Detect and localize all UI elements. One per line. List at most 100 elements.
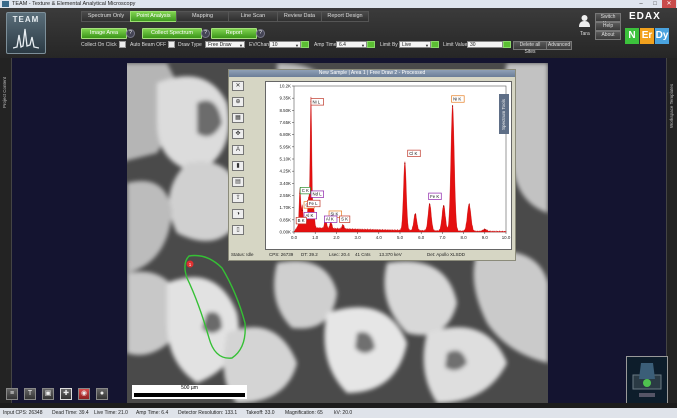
crosshair-tool-icon[interactable]: ✚: [60, 388, 72, 400]
workspace-templates-panel[interactable]: Workspace Templates: [666, 58, 677, 403]
edax-logo: EDAX: [629, 11, 661, 22]
color-tool-icon[interactable]: ◑: [232, 209, 244, 219]
y-tick-label: 7.65K: [280, 120, 292, 125]
auto-beam-off-label: Auto Beam OFF: [130, 42, 167, 48]
kv-value: kV: 20.0: [334, 410, 353, 416]
periodic-tool-icon[interactable]: ▤: [232, 177, 244, 187]
project-content-panel[interactable]: Project Content: [0, 58, 12, 403]
collect-spectrum-button[interactable]: Collect Spectrum ?: [142, 28, 210, 39]
peak-point: [414, 214, 416, 216]
y-tick-label: 3.40K: [280, 181, 292, 186]
peak-point: [301, 209, 303, 212]
draw-type-label: Draw Type: [178, 42, 202, 48]
help-icon[interactable]: ?: [201, 29, 210, 38]
user-avatar-icon[interactable]: [579, 14, 590, 27]
amp-time-value: 6.4: [339, 42, 346, 48]
t-tool-icon[interactable]: T: [24, 388, 36, 400]
amp-time: Amp Time: 6.4: [136, 410, 169, 416]
element-dy-badge: Dy: [655, 28, 669, 44]
about-button[interactable]: About: [595, 31, 621, 40]
peak-point: [342, 227, 344, 229]
maximize-button[interactable]: □: [648, 0, 662, 8]
limit-value-value: 30: [470, 42, 476, 48]
x-tick-label: 2.0: [333, 235, 340, 240]
grid-tool-icon[interactable]: ▦: [232, 113, 244, 123]
ev-chan-select[interactable]: 10 ▼: [269, 41, 301, 48]
close-tool-icon[interactable]: ✕: [232, 81, 244, 91]
zoom-tool-icon[interactable]: ⊕: [232, 97, 244, 107]
status-label: Status: Idle: [231, 252, 254, 257]
bar-tool-icon[interactable]: ▮: [232, 161, 244, 171]
report-button[interactable]: Report ?: [211, 28, 265, 39]
scale-bar-line: [134, 393, 245, 397]
live-time: Live Time: 21.0: [94, 410, 128, 416]
app-icon: [2, 1, 9, 7]
x-tick-label: 6.0: [418, 235, 425, 240]
pan-tool-icon[interactable]: ✥: [232, 129, 244, 139]
peak-point: [429, 204, 431, 206]
project-content-label: Project Content: [2, 76, 7, 108]
tab-mapping[interactable]: Mapping: [176, 11, 229, 22]
advanced-button[interactable]: Advanced: [546, 41, 572, 50]
help-icon[interactable]: ?: [126, 29, 135, 38]
peak-point: [468, 204, 470, 206]
chevron-down-icon: ▼: [425, 43, 429, 48]
delete-all-sites-button[interactable]: Delete all Sites: [513, 41, 547, 55]
ev-chan-label: EV/Chan: [249, 42, 270, 48]
limit-by-select[interactable]: Live ▼: [399, 41, 431, 48]
limit-value-input[interactable]: 30: [467, 41, 503, 48]
camera-tool-icon[interactable]: ●: [96, 388, 108, 400]
amp-time-select[interactable]: 6.4 ▼: [336, 41, 367, 48]
spectrum-toolbar: ✕ ⊕ ▦ ✥ A ▮ ▤ ⇪ ◑ ▯: [232, 81, 246, 246]
x-tick-label: 9.0: [482, 235, 489, 240]
collect-on-click-option[interactable]: Collect On Click: [81, 41, 126, 49]
spectrum-plot[interactable]: 0.00K 0.85K 1.70K 2.55K 3.40K 4.25K 5.10K 5.95K…: [265, 81, 512, 250]
amp-time-label: Amp Time: [314, 42, 337, 48]
y-tick-label: 0.00K: [280, 230, 292, 235]
x-tick-label: 7.0: [439, 235, 446, 240]
help-button[interactable]: Help: [595, 22, 621, 31]
image-tool-icon[interactable]: ▣: [42, 388, 54, 400]
auto-beam-off-checkbox[interactable]: [168, 41, 176, 49]
dt-value: DT: 39.2: [301, 252, 318, 257]
collect-on-click-label: Collect On Click: [81, 42, 117, 48]
switch-user-button[interactable]: Switch User: [595, 13, 621, 27]
tab-line-scan[interactable]: Line Scan: [228, 11, 278, 22]
export-tool-icon[interactable]: ⇪: [232, 193, 244, 203]
y-tick-label: 6.80K: [280, 132, 292, 137]
draw-type-select[interactable]: Free Draw ▼: [205, 41, 245, 48]
input-cps: Input CPS: 26348: [3, 410, 43, 416]
stage-thumbnail[interactable]: [626, 356, 668, 404]
y-tick-label: 8.50K: [280, 108, 292, 113]
help-icon[interactable]: ?: [256, 29, 265, 38]
collect-on-click-checkbox[interactable]: [118, 41, 126, 49]
image-area-label: Image Area: [89, 30, 119, 36]
y-tick-label: 5.95K: [280, 144, 292, 149]
y-tick-label: 4.25K: [280, 169, 292, 174]
x-tick-label: 1.0: [312, 235, 319, 240]
logo-text: TEAM: [12, 15, 40, 24]
spectrum-window[interactable]: New Sample | Area 1 | Free Draw 2 - Proc…: [228, 69, 516, 261]
tab-review-data[interactable]: Review Data: [277, 11, 322, 22]
minimize-button[interactable]: –: [634, 0, 648, 8]
image-area-button[interactable]: Image Area ?: [81, 28, 135, 39]
doc-tool-icon[interactable]: ▯: [232, 225, 244, 235]
label-tool-icon[interactable]: A: [232, 145, 244, 155]
text-tool-icon[interactable]: ≡: [6, 388, 18, 400]
detector-value: Det: Apollo XLSDD: [427, 252, 466, 257]
limit-value-label: Limit Value: [443, 42, 468, 48]
scale-bar-label: 500 µm: [181, 385, 198, 391]
camera-red-tool-icon[interactable]: ◉: [78, 388, 90, 400]
x-tick-label: 0.0: [291, 235, 298, 240]
tab-point-analysis[interactable]: Point Analysis: [130, 11, 177, 22]
window-title: TEAM - Texture & Elemental Analytical Mi…: [12, 1, 136, 7]
peak-label: Nd L: [313, 192, 323, 197]
limit-by-indicator: [431, 41, 439, 48]
tab-spectrum-only[interactable]: Spectrum Only: [81, 11, 131, 22]
spectrum-tools-tab[interactable]: Spectrum Tools: [499, 94, 509, 134]
auto-beam-off-option[interactable]: Auto Beam OFF: [130, 41, 176, 49]
tab-report-design[interactable]: Report Design: [321, 11, 369, 22]
close-button[interactable]: ✕: [662, 0, 676, 8]
detector-resolution: Detector Resolution: 133.1: [178, 410, 238, 416]
peak-label: C K: [302, 188, 309, 193]
